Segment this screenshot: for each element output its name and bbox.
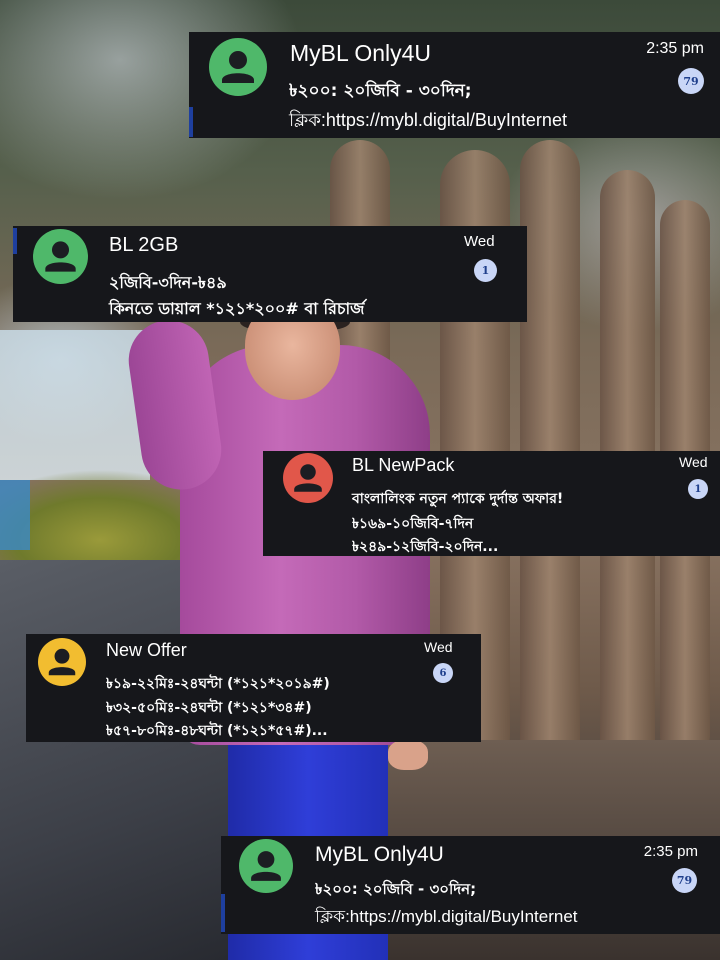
notification-card[interactable]: BL NewPack Wed বাংলালিংক নতুন প্যাকে দুর… [263, 451, 720, 556]
water-area [0, 480, 30, 550]
person-icon [251, 851, 281, 881]
message-line: ৳১৬৯-১০জিবি-৭দিন [352, 516, 474, 532]
message-line: ২জিবি-৩দিন-৳৪৯ [109, 273, 227, 292]
message-link-line[interactable]: ক্লিক:https://mybl.digital/BuyInternet [315, 904, 578, 932]
notification-card[interactable]: MyBL Only4U 2:35 pm ৳২০০: ২০জিবি - ৩০দিন… [221, 836, 720, 934]
notification-card[interactable]: New Offer Wed ৳১৯-২২মিঃ-২৪ঘন্টা (*১২১*২০… [26, 634, 481, 742]
sender-avatar [33, 229, 88, 284]
sender-avatar [239, 839, 293, 893]
message-line: ৳২০০: ২০জিবি - ৩০দিন; [315, 880, 477, 898]
card-edge-accent [189, 107, 193, 137]
sender-name: MyBL Only4U [315, 843, 444, 866]
sender-name: MyBL Only4U [290, 40, 432, 66]
sender-name: BL 2GB [109, 234, 179, 256]
timestamp: 2:35 pm [643, 843, 698, 860]
unread-count-badge: 1 [688, 479, 708, 499]
message-line: ৳৫৭-৮০মিঃ-৪৮ঘন্টা (*১২১*৫৭#)... [106, 723, 328, 739]
message-line: বাংলালিংক নতুন প্যাকে দুর্দান্ত অফার! [352, 491, 564, 507]
card-edge-accent [13, 228, 17, 254]
person-icon [48, 648, 76, 676]
person-icon [222, 51, 254, 83]
sender-name: New Offer [106, 640, 187, 660]
unread-count-badge: 6 [433, 663, 453, 683]
message-line: ৳২০০: ২০জিবি - ৩০দিন; [289, 81, 472, 101]
message-link-line[interactable]: ক্লিক:https://mybl.digital/BuyInternet [289, 106, 567, 137]
unread-count-badge: 79 [678, 68, 704, 94]
sender-avatar [209, 38, 267, 96]
message-line: ৳২৪৯-১২জিবি-২০দিন... [352, 539, 499, 555]
unread-count-badge: 1 [474, 259, 497, 282]
timestamp: Wed [679, 454, 708, 470]
sender-avatar [283, 453, 333, 503]
timestamp: 2:35 pm [646, 40, 704, 57]
notification-card[interactable]: BL 2GB Wed ২জিবি-৩দিন-৳৪৯ কিনতে ডায়াল *… [13, 226, 527, 322]
message-line: ৳১৯-২২মিঃ-২৪ঘন্টা (*১২১*২০১৯#) [106, 676, 330, 692]
sender-name: BL NewPack [352, 455, 455, 475]
message-line: ৳৩২-৫০মিঃ-২৪ঘন্টা (*১২১*৩৪#) [106, 700, 312, 716]
sky-area [0, 330, 150, 480]
person-icon [294, 464, 322, 492]
person-icon [45, 241, 76, 272]
message-line: কিনতে ডায়াল *১২১*২০০# বা রিচার্জ [109, 299, 365, 318]
timestamp: Wed [464, 233, 495, 250]
sender-avatar [38, 638, 86, 686]
card-edge-accent [221, 894, 225, 932]
timestamp: Wed [424, 639, 453, 655]
unread-count-badge: 79 [672, 868, 697, 893]
person-hand [388, 740, 428, 770]
notification-card[interactable]: MyBL Only4U 2:35 pm ৳২০০: ২০জিবি - ৩০দিন… [189, 32, 720, 138]
